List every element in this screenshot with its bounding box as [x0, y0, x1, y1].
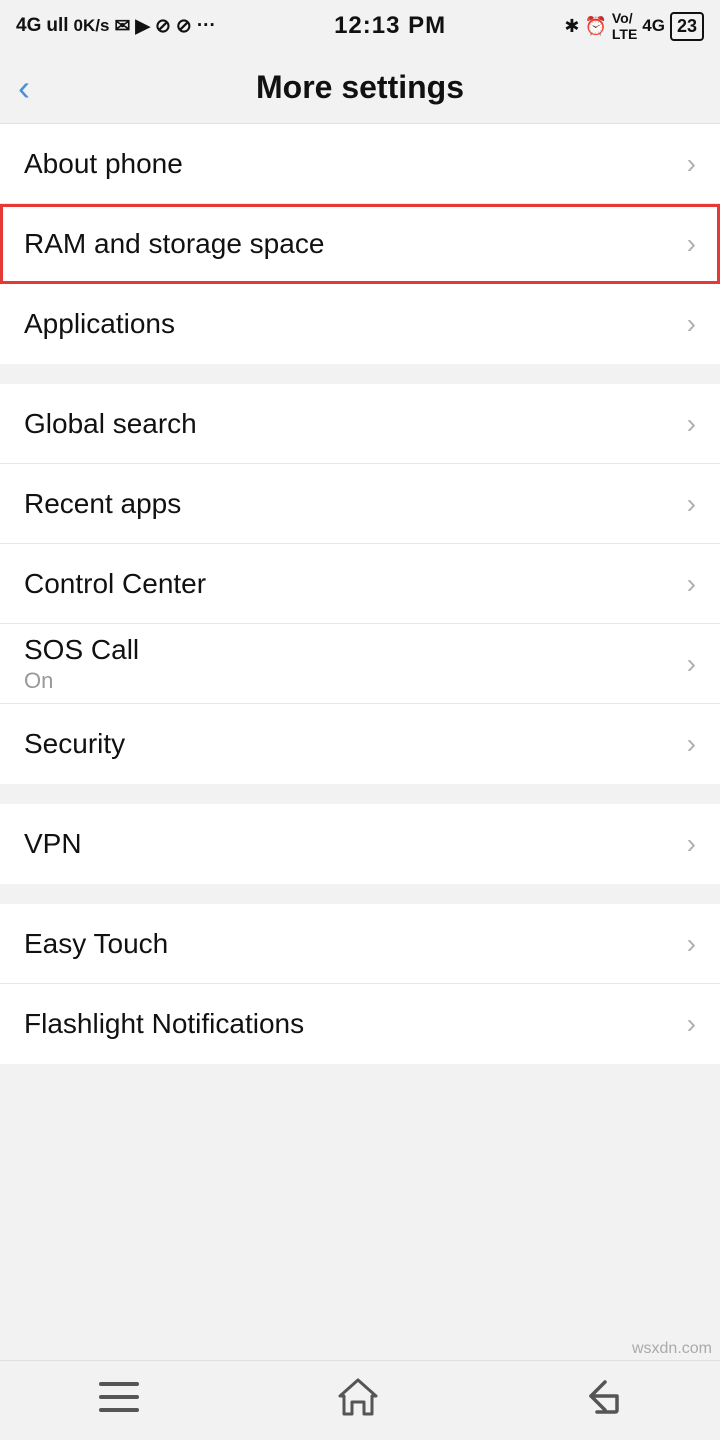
back-nav-icon[interactable]: [577, 1378, 621, 1424]
settings-item-flashlight-notifications[interactable]: Flashlight Notifications ›: [0, 984, 720, 1064]
about-phone-label: About phone: [24, 148, 183, 180]
settings-item-ram-storage[interactable]: RAM and storage space ›: [0, 204, 720, 284]
settings-item-global-search[interactable]: Global search ›: [0, 384, 720, 464]
data-speed: 0K/s: [74, 16, 110, 36]
chevron-icon: ›: [687, 928, 696, 960]
bluetooth-icon: ✱: [564, 16, 579, 37]
status-right: ✱ ⏰ Vo/LTE 4G 23: [564, 10, 704, 42]
section-divider-3: [0, 884, 720, 904]
section-divider-2: [0, 784, 720, 804]
settings-item-about-phone[interactable]: About phone ›: [0, 124, 720, 204]
chevron-icon: ›: [687, 488, 696, 520]
sos-call-label: SOS Call: [24, 634, 139, 666]
navigation-bar: [0, 1360, 720, 1440]
settings-item-vpn[interactable]: VPN ›: [0, 804, 720, 884]
chevron-icon: ›: [687, 828, 696, 860]
page-header: ‹ More settings: [0, 52, 720, 124]
status-time: 12:13 PM: [334, 12, 446, 40]
settings-item-control-center[interactable]: Control Center ›: [0, 544, 720, 624]
watermark: wsxdn.com: [632, 1340, 712, 1358]
chevron-icon: ›: [687, 308, 696, 340]
chevron-icon: ›: [687, 408, 696, 440]
sos-call-sublabel: On: [24, 668, 139, 694]
section-4: Easy Touch › Flashlight Notifications ›: [0, 904, 720, 1064]
applications-label: Applications: [24, 308, 175, 340]
lte-label: 4G: [642, 16, 665, 36]
recent-apps-label: Recent apps: [24, 488, 181, 520]
bottom-spacer: [0, 1064, 720, 1164]
back-button[interactable]: ‹: [18, 70, 30, 106]
page-title: More settings: [256, 69, 464, 106]
chevron-icon: ›: [687, 1008, 696, 1040]
status-bar: 4G ull 0K/s ✉ ▶ ⊘ ⊘ ··· 12:13 PM ✱ ⏰ Vo/…: [0, 0, 720, 52]
status-left: 4G ull 0K/s ✉ ▶ ⊘ ⊘ ···: [16, 15, 216, 38]
signal-bars: ull: [46, 15, 68, 37]
ram-storage-label: RAM and storage space: [24, 228, 324, 260]
whatsapp-icon: ✉: [114, 15, 130, 38]
vpn2-icon: ⊘: [176, 15, 192, 38]
easy-touch-label: Easy Touch: [24, 928, 168, 960]
network-info: 4G: [16, 15, 41, 37]
chevron-icon: ›: [687, 648, 696, 680]
vpn-icon: ⊘: [155, 15, 171, 38]
chevron-icon: ›: [687, 228, 696, 260]
chevron-icon: ›: [687, 568, 696, 600]
section-divider-1: [0, 364, 720, 384]
menu-icon[interactable]: [99, 1382, 139, 1420]
global-search-label: Global search: [24, 408, 197, 440]
settings-item-security[interactable]: Security ›: [0, 704, 720, 784]
chevron-icon: ›: [687, 728, 696, 760]
battery-indicator: 23: [670, 12, 704, 41]
settings-item-sos-call[interactable]: SOS Call On ›: [0, 624, 720, 704]
settings-item-recent-apps[interactable]: Recent apps ›: [0, 464, 720, 544]
control-center-label: Control Center: [24, 568, 206, 600]
media-icon: ▶: [135, 15, 150, 38]
vpn-label: VPN: [24, 828, 82, 860]
security-label: Security: [24, 728, 125, 760]
chevron-icon: ›: [687, 148, 696, 180]
settings-item-applications[interactable]: Applications ›: [0, 284, 720, 364]
volte-label: Vo/LTE: [612, 10, 637, 42]
more-icon: ···: [197, 15, 216, 37]
settings-item-easy-touch[interactable]: Easy Touch ›: [0, 904, 720, 984]
flashlight-notifications-label: Flashlight Notifications: [24, 1008, 304, 1040]
home-icon[interactable]: [336, 1376, 380, 1426]
alarm-icon: ⏰: [584, 16, 606, 37]
section-1: About phone › RAM and storage space › Ap…: [0, 124, 720, 364]
section-3: VPN ›: [0, 804, 720, 884]
section-2: Global search › Recent apps › Control Ce…: [0, 384, 720, 784]
